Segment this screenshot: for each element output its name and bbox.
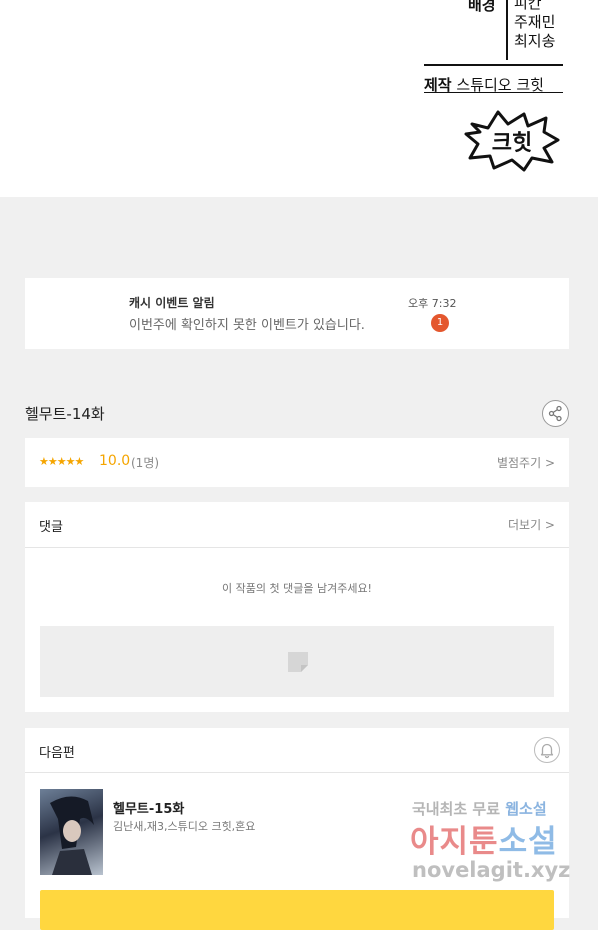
- credit-name: 주재민: [514, 13, 556, 31]
- episode-end-credits: 배경 피칸 주재민 최지송 제작 스튜디오 크힛 크힛: [0, 0, 598, 197]
- next-episode-heading: 다음편: [39, 746, 75, 761]
- rate-button[interactable]: 별점주기 >: [497, 454, 555, 471]
- credit-divider-vertical: [506, 0, 508, 60]
- site-watermark: 국내최초 무료 웹소설 아지툰소설 novelagit.xyz: [410, 798, 580, 890]
- notification-title: 캐시 이벤트 알림: [129, 296, 215, 310]
- credit-name: 피칸: [514, 0, 542, 12]
- credit-divider: [424, 64, 563, 66]
- comments-heading: 댓글: [39, 520, 63, 535]
- image-placeholder-icon: [288, 652, 308, 672]
- comments-more-link[interactable]: 더보기 >: [508, 516, 555, 533]
- rating-section: ★★★★★ 10.0 (1명) 별점주기 >: [25, 438, 569, 487]
- comments-section: 댓글 더보기 > 이 작품의 첫 댓글을 남겨주세요!: [25, 502, 569, 712]
- studio-logo: 크힛: [464, 110, 560, 172]
- credit-role-background: 배경: [468, 0, 496, 14]
- next-episode-authors: 김난새,재3,스튜디오 크힛,혼요: [113, 820, 256, 833]
- notification-time: 오후 7:32: [408, 297, 457, 310]
- credit-names: 피칸 주재민 최지송: [514, 0, 555, 51]
- next-episode-title[interactable]: 헬무트-15화: [113, 798, 184, 817]
- credit-divider-bottom: [424, 92, 563, 93]
- episode-title: 헬무트-14화: [25, 405, 105, 423]
- comments-empty-message: 이 작품의 첫 댓글을 남겨주세요!: [222, 582, 372, 595]
- notification-badge: 1: [431, 314, 449, 332]
- notification-bell-button[interactable]: [534, 737, 560, 763]
- next-episode-button[interactable]: [40, 890, 554, 930]
- watermark-url: novelagit.xyz: [412, 858, 571, 882]
- section-divider: [25, 772, 569, 773]
- rating-count: (1명): [131, 456, 160, 470]
- bell-icon: [540, 743, 554, 759]
- rating-score: 10.0: [99, 453, 131, 469]
- notification-banner[interactable]: 캐시 이벤트 알림 이번주에 확인하지 못한 이벤트가 있습니다. 오후 7:3…: [25, 278, 569, 349]
- ad-placeholder[interactable]: [40, 626, 554, 697]
- thumbnail-illustration: [50, 796, 94, 875]
- share-icon: [548, 405, 562, 422]
- credit-name: 최지송: [514, 32, 556, 50]
- notification-message: 이번주에 확인하지 못한 이벤트가 있습니다.: [129, 318, 365, 333]
- section-divider: [25, 547, 569, 548]
- studio-logo-text: 크힛: [492, 131, 532, 156]
- rating-stars: ★★★★★: [39, 455, 84, 468]
- share-button[interactable]: [542, 400, 569, 427]
- next-episode-thumbnail[interactable]: [40, 789, 103, 875]
- watermark-logo: 아지툰소설: [410, 824, 558, 860]
